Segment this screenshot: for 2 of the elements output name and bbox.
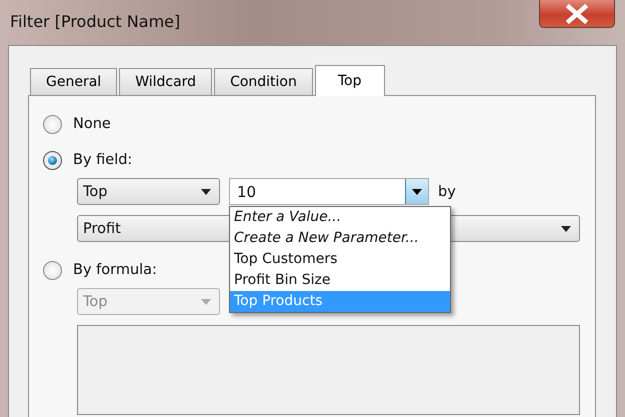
by-label: by	[438, 184, 456, 200]
window-title: Filter [Product Name]	[10, 12, 180, 31]
